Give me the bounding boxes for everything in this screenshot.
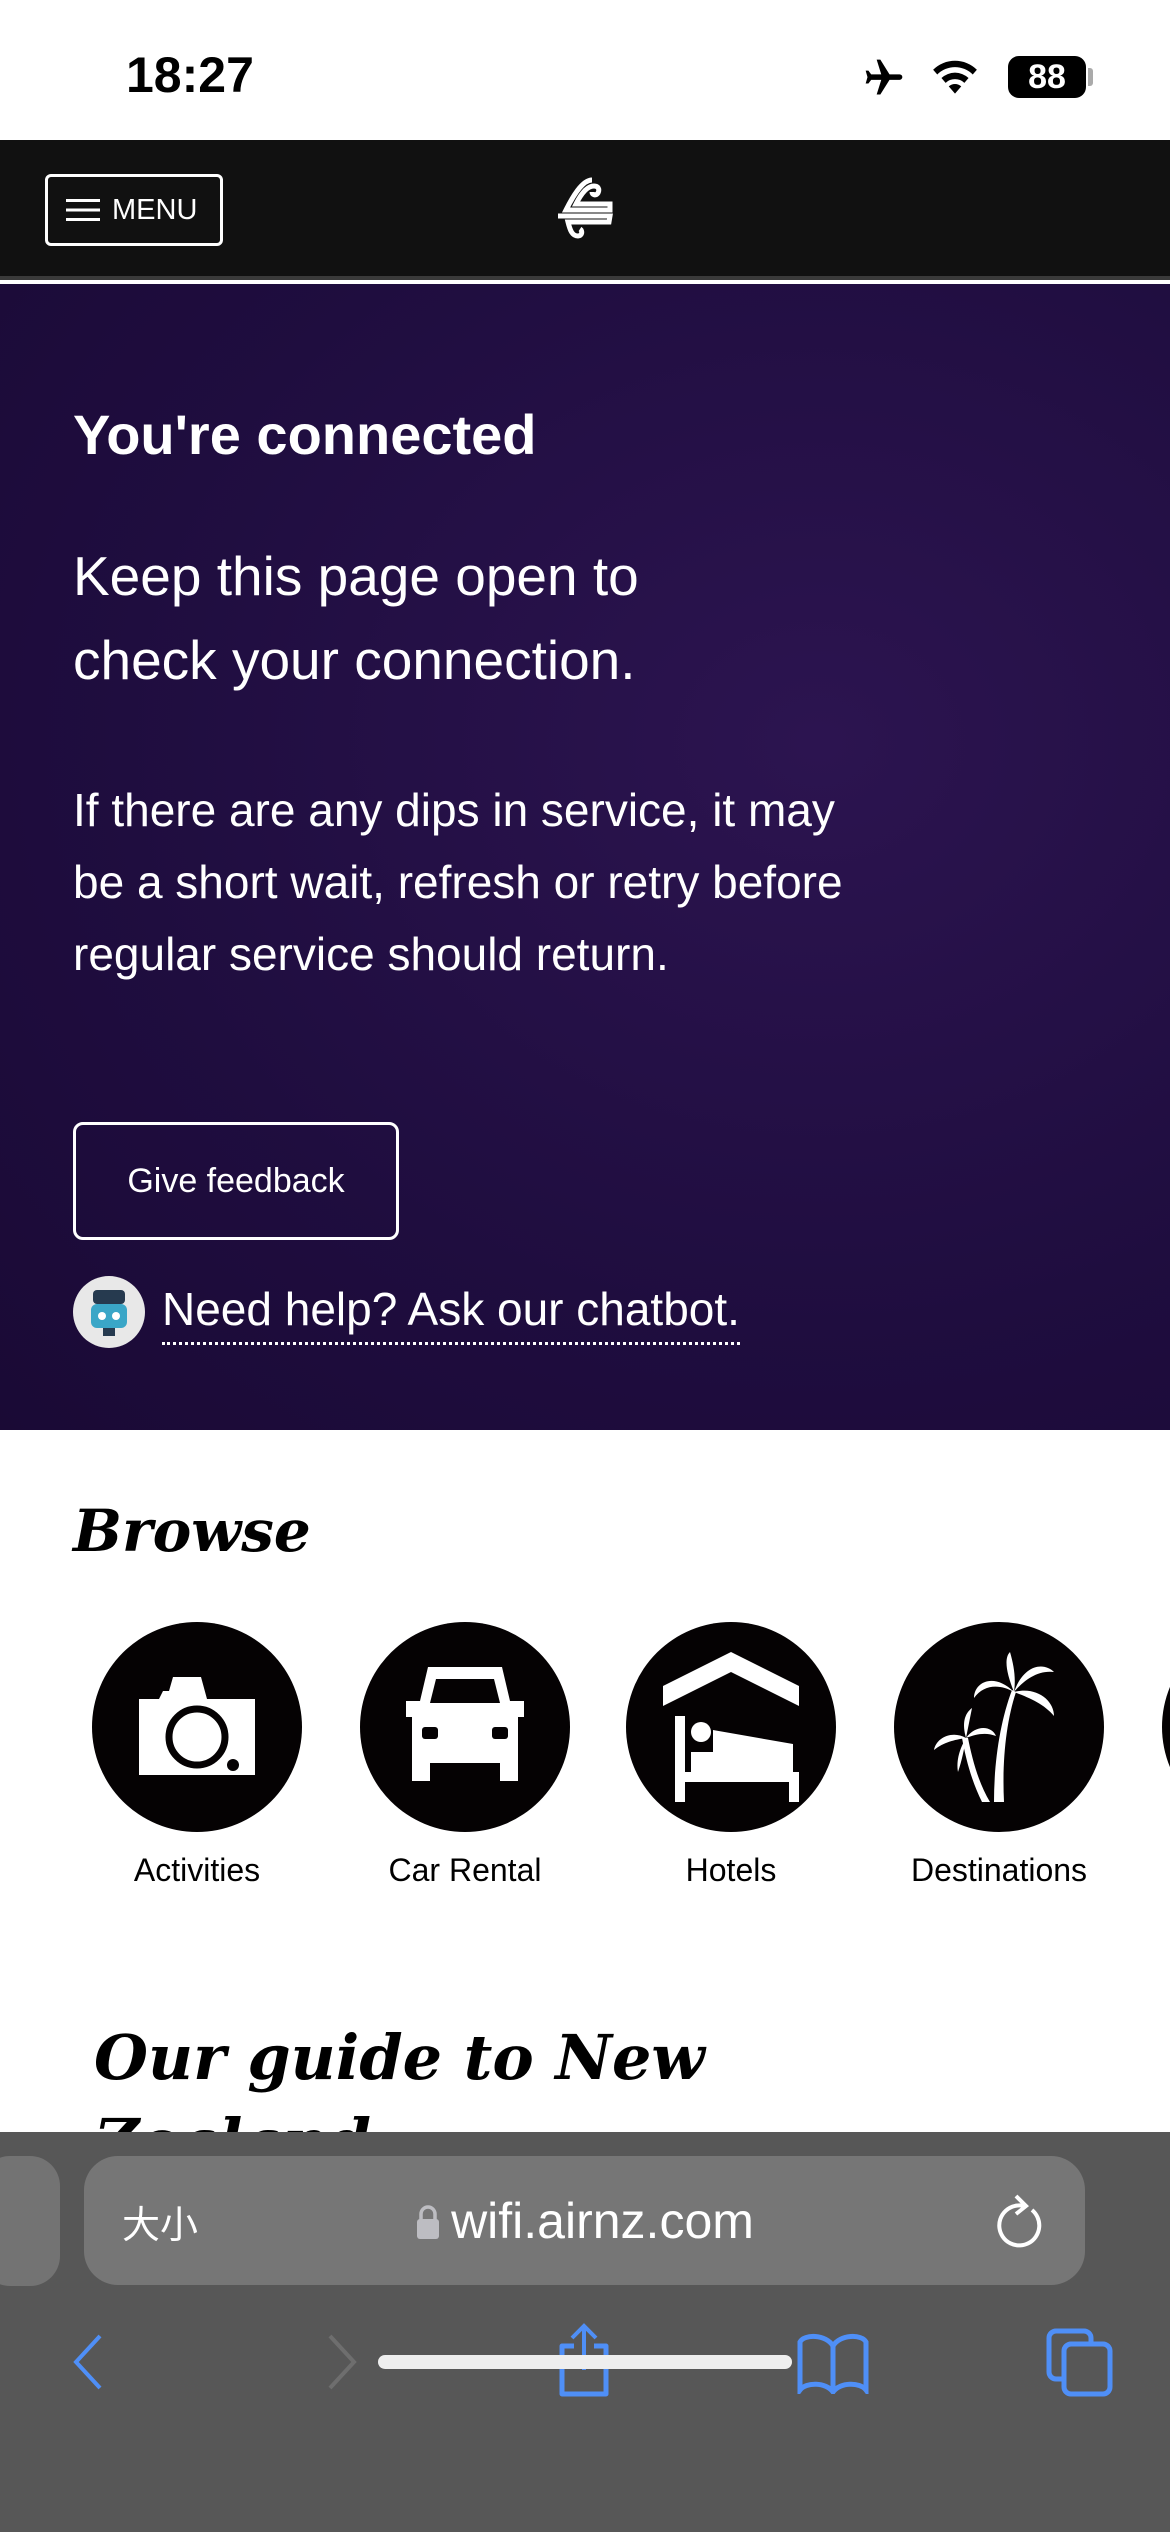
menu-button[interactable]: MENU <box>45 174 223 246</box>
browse-item-more[interactable] <box>1147 1622 1170 1832</box>
url-display: wifi.airnz.com <box>84 2192 1085 2250</box>
battery-icon: 88 <box>1008 56 1086 98</box>
bed-icon <box>663 1652 799 1802</box>
hero-body: If there are any dips in service, it may… <box>73 784 843 980</box>
browse-item-destinations[interactable]: Destinations <box>879 1622 1119 1889</box>
tabs-icon[interactable] <box>1046 2328 1116 2398</box>
battery-level: 88 <box>1028 58 1066 96</box>
hamburger-icon <box>66 199 100 221</box>
clock: 18:27 <box>126 47 254 103</box>
bookmarks-icon[interactable] <box>796 2332 870 2394</box>
browse-item-label: Activities <box>133 1852 261 1888</box>
airplane-icon <box>865 59 903 95</box>
site-header: MENU <box>0 140 1170 280</box>
browse-item-label: Car Rental <box>388 1852 542 1888</box>
car-icon <box>406 1667 524 1781</box>
address-bar[interactable]: 大小 wifi.airnz.com <box>84 2156 1085 2285</box>
browse-item-car-rental[interactable]: Car Rental <box>345 1622 585 1889</box>
chatbot-link[interactable]: Need help? Ask our chatbot. <box>162 1282 740 1345</box>
browse-title: Browse <box>73 1497 311 1565</box>
camera-icon <box>139 1677 255 1775</box>
forward-icon[interactable] <box>322 2332 362 2392</box>
connection-hero: You're connected Keep this page open to … <box>0 284 1170 1430</box>
browse-item-label: Destinations <box>910 1852 1088 1888</box>
browser-toolbar: 大小 wifi.airnz.com <box>0 2132 1170 2532</box>
previous-tab-preview[interactable] <box>0 2156 60 2286</box>
lock-icon <box>417 2205 440 2239</box>
koru-logo-icon[interactable] <box>552 176 616 246</box>
robot-icon <box>91 1290 127 1336</box>
hero-title: You're connected <box>73 403 537 466</box>
url-text: wifi.airnz.com <box>451 2193 754 2249</box>
chatbot-avatar[interactable] <box>73 1276 145 1348</box>
wifi-icon <box>933 60 977 94</box>
reload-icon[interactable] <box>994 2194 1044 2250</box>
battery-cap <box>1088 68 1093 86</box>
palm-tree-icon <box>934 1652 1054 1802</box>
hero-subtitle: Keep this page open to check your connec… <box>73 545 639 691</box>
give-feedback-button[interactable]: Give feedback <box>73 1122 399 1240</box>
browse-item-hotels[interactable]: Hotels <box>611 1622 851 1889</box>
menu-label: MENU <box>112 193 198 226</box>
browse-item-activities[interactable]: Activities <box>77 1622 317 1889</box>
status-bar: 18:27 88 <box>0 0 1170 140</box>
home-indicator[interactable] <box>378 2355 792 2369</box>
back-icon[interactable] <box>68 2332 108 2392</box>
browse-item-label: Hotels <box>685 1852 777 1888</box>
